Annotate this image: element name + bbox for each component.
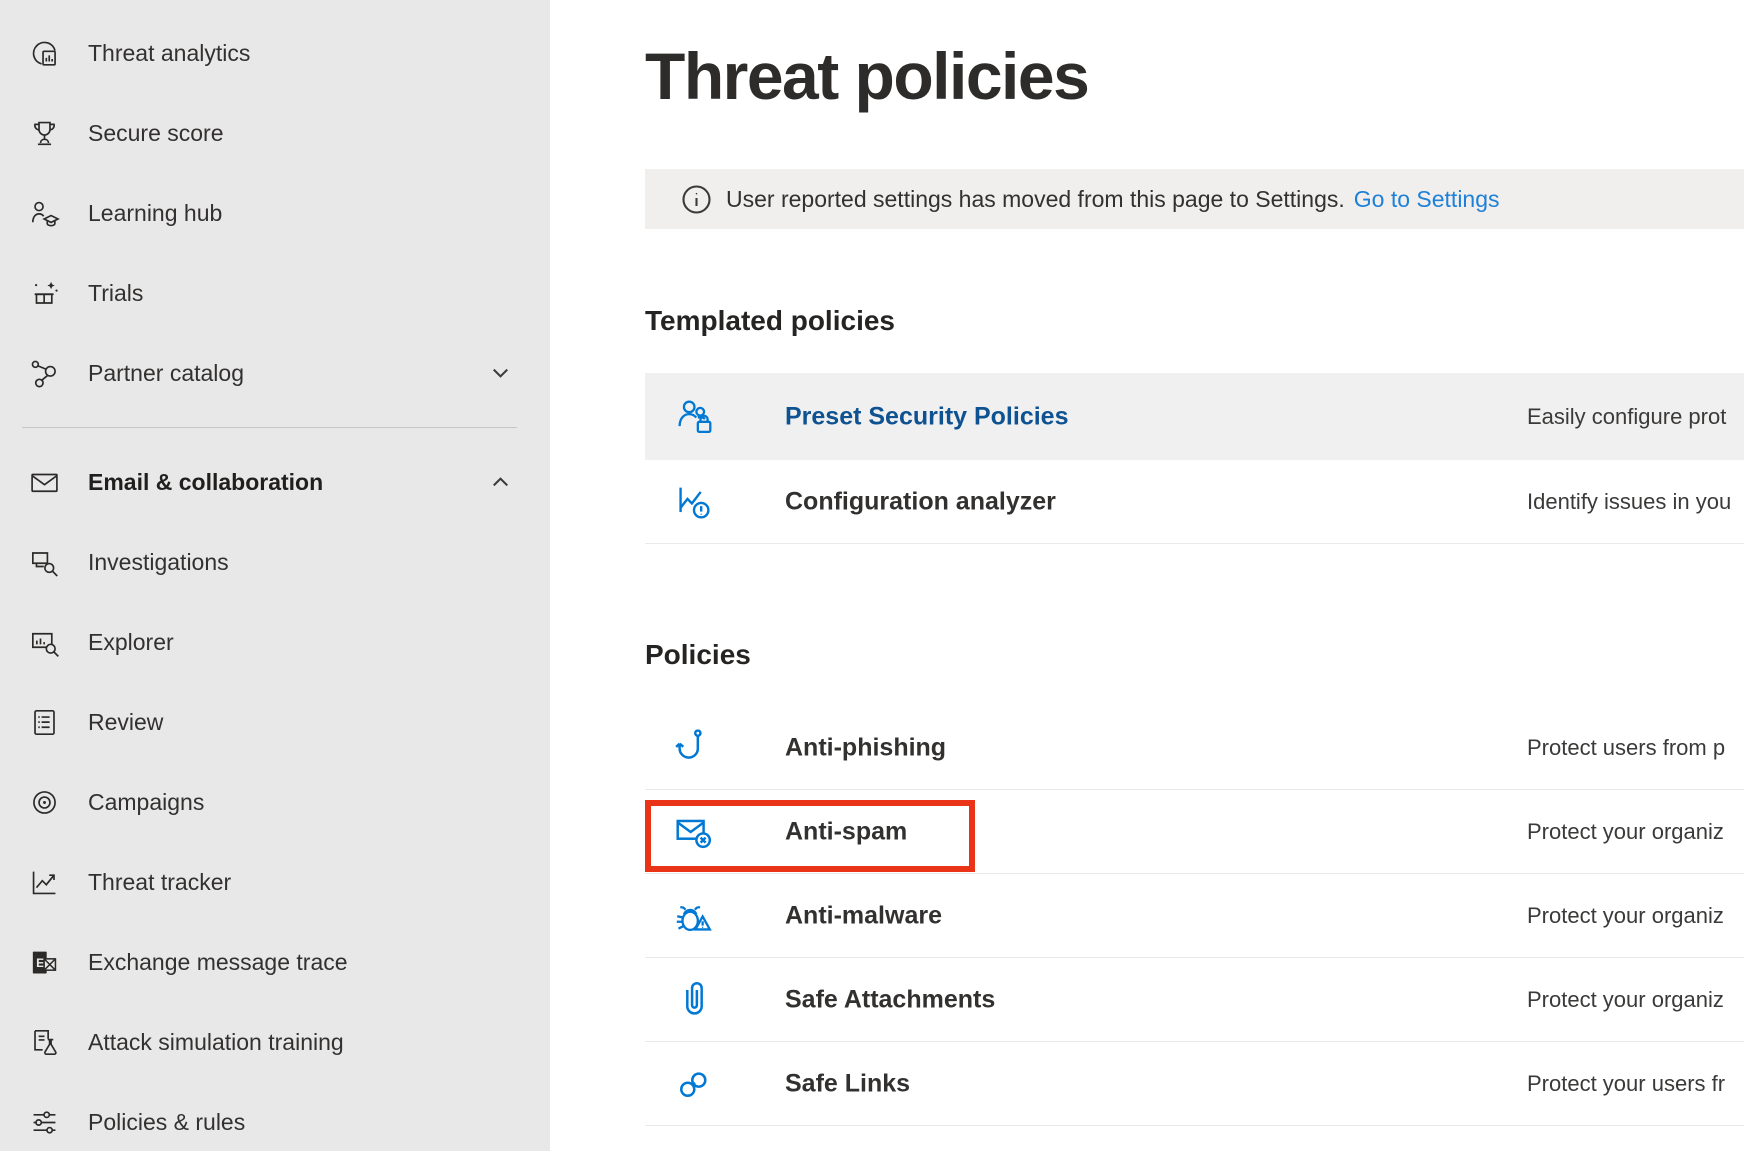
policy-row-label: Anti-phishing [785,733,946,762]
policy-row-label: Anti-malware [785,901,942,930]
sidebar-item-learning-hub[interactable]: Learning hub [0,173,550,253]
policy-row-label: Safe Links [785,1069,910,1098]
investigations-icon [24,545,64,580]
policies-rules-icon [24,1105,64,1140]
sidebar-item-label: Threat analytics [88,40,250,67]
policy-row-description: Protect your organiz [1527,987,1724,1013]
sidebar-item-trials[interactable]: Trials [0,253,550,333]
policy-row-description: Protect your organiz [1527,903,1724,929]
sidebar-item-explorer[interactable]: Explorer [0,602,550,682]
sidebar: Threat analytics Secure score Learning hub… [0,0,550,1151]
policy-row-safe-attachments[interactable]: Safe Attachments Protect your organiz [645,958,1744,1042]
attack-simulation-training-icon [24,1025,64,1060]
svg-text:E: E [36,956,44,970]
policies-list: Anti-phishing Protect users from p Anti-sp… [645,706,1744,1126]
sidebar-item-label: Campaigns [88,789,204,816]
trials-icon [24,276,64,311]
sidebar-item-label: Learning hub [88,200,222,227]
exchange-message-trace-icon: E [24,945,64,980]
sidebar-item-policies-rules[interactable]: Policies & rules [0,1082,550,1162]
policy-row-anti-phishing[interactable]: Anti-phishing Protect users from p [645,706,1744,790]
policy-row-label: Safe Attachments [785,985,995,1014]
main-content: Threat policies User reported settings h… [550,0,1744,1151]
sidebar-item-label: Policies & rules [88,1109,245,1136]
sidebar-item-exchange-message-trace[interactable]: E Exchange message trace [0,922,550,1002]
sidebar-item-label: Secure score [88,120,224,147]
sidebar-item-campaigns[interactable]: Campaigns [0,762,550,842]
policy-row-configuration-analyzer[interactable]: Configuration analyzer Identify issues in… [645,460,1744,544]
anti-malware-icon [670,893,718,939]
anti-spam-icon [670,809,718,855]
sidebar-item-label: Review [88,709,163,736]
sidebar-item-label: Trials [88,280,143,307]
section-heading-policies: Policies [645,639,751,671]
sidebar-nav: Threat analytics Secure score Learning hub… [0,13,550,1162]
sidebar-item-label: Partner catalog [88,360,244,387]
go-to-settings-link[interactable]: Go to Settings [1354,186,1500,213]
sidebar-divider [22,427,517,428]
sidebar-item-label: Attack simulation training [88,1029,344,1056]
policy-row-description: Easily configure prot [1527,404,1726,430]
learning-hub-icon [24,196,64,231]
policy-row-description: Identify issues in you [1527,489,1731,515]
policy-row-anti-malware[interactable]: Anti-malware Protect your organiz [645,874,1744,958]
section-heading-templated-policies: Templated policies [645,305,895,337]
page-title: Threat policies [645,38,1088,114]
policy-row-preset-security-policies[interactable]: Preset Security Policies Easily configure… [645,373,1744,460]
threat-analytics-icon [24,36,64,71]
sidebar-item-investigations[interactable]: Investigations [0,522,550,602]
policy-row-safe-links[interactable]: Safe Links Protect your users fr [645,1042,1744,1126]
policy-row-anti-spam[interactable]: Anti-spam Protect your organiz [645,790,1744,874]
sidebar-item-review[interactable]: Review [0,682,550,762]
secure-score-icon [24,116,64,151]
policy-row-description: Protect users from p [1527,735,1725,761]
explorer-icon [24,625,64,660]
email-collaboration-icon [24,465,64,500]
safe-attachments-icon [670,977,718,1023]
sidebar-item-threat-analytics[interactable]: Threat analytics [0,13,550,93]
banner-text: User reported settings has moved from th… [726,186,1345,213]
policy-row-label: Anti-spam [785,817,907,846]
templated-policies-list: Preset Security Policies Easily configure… [645,373,1744,544]
policy-row-description: Protect your organiz [1527,819,1724,845]
campaigns-icon [24,785,64,820]
sidebar-item-attack-simulation-training[interactable]: Attack simulation training [0,1002,550,1082]
sidebar-item-label: Threat tracker [88,869,231,896]
sidebar-item-email-collaboration[interactable]: Email & collaboration [0,442,550,522]
sidebar-item-label: Explorer [88,629,174,656]
anti-phishing-icon [670,725,718,771]
partner-catalog-icon [24,356,64,391]
configuration-analyzer-icon [670,479,718,525]
preset-security-policies-icon [670,394,718,440]
policy-row-label: Preset Security Policies [785,402,1068,431]
sidebar-item-threat-tracker[interactable]: Threat tracker [0,842,550,922]
threat-tracker-icon [24,865,64,900]
safe-links-icon [670,1061,718,1107]
chevron-down-icon [487,360,514,387]
info-icon [681,184,712,215]
review-icon [24,705,64,740]
sidebar-item-label: Email & collaboration [88,469,323,496]
sidebar-item-secure-score[interactable]: Secure score [0,93,550,173]
sidebar-item-label: Exchange message trace [88,949,348,976]
policy-row-label: Configuration analyzer [785,487,1056,516]
chevron-up-icon [487,469,514,496]
policy-row-description: Protect your users fr [1527,1071,1725,1097]
sidebar-item-label: Investigations [88,549,229,576]
info-banner: User reported settings has moved from th… [645,169,1744,229]
sidebar-item-partner-catalog[interactable]: Partner catalog [0,333,550,413]
